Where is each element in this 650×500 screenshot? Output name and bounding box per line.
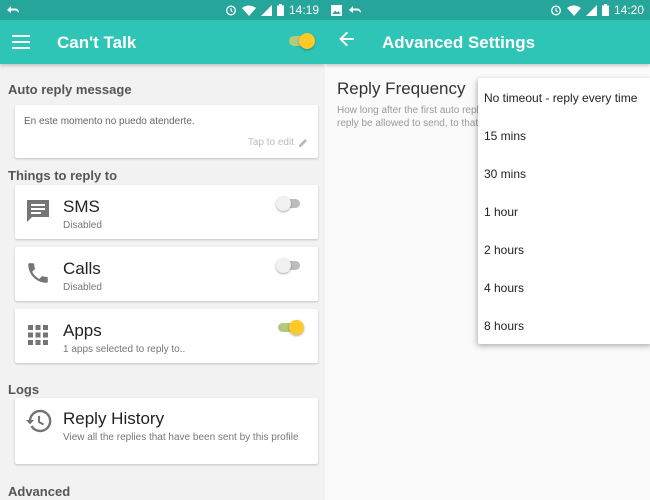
calls-status: Disabled [63, 282, 102, 293]
menu-item-4-hours[interactable]: 4 hours [478, 269, 650, 307]
apps-toggle[interactable] [276, 320, 304, 335]
signal-icon [260, 4, 272, 16]
calls-title: Calls [63, 259, 101, 278]
advanced-settings-screen: 14:20 Advanced Settings Reply Frequency … [325, 0, 650, 500]
menu-item-30-mins[interactable]: 30 mins [478, 155, 650, 193]
sms-title: SMS [63, 197, 100, 216]
battery-icon [276, 4, 284, 16]
status-time: 14:19 [288, 3, 319, 17]
status-time: 14:20 [613, 3, 644, 17]
auto-reply-message-card[interactable]: En este momento no puedo atenderte. Tap … [15, 105, 318, 158]
app-bar: Advanced Settings [325, 20, 650, 64]
calls-card[interactable]: Calls Disabled [15, 247, 318, 301]
menu-item-2-hours[interactable]: 2 hours [478, 231, 650, 269]
wifi-icon [566, 5, 581, 16]
menu-item-8-hours[interactable]: 8 hours [478, 307, 650, 345]
wifi-icon [241, 5, 256, 16]
back-arrow-icon [339, 31, 354, 47]
hamburger-menu-icon [12, 35, 30, 49]
status-bar: 14:19 [0, 0, 325, 20]
apps-title: Apps [63, 321, 102, 340]
menu-item-15-mins[interactable]: 15 mins [478, 117, 650, 155]
reply-history-title: Reply History [63, 409, 165, 428]
reply-history-card[interactable]: Reply History View all the replies that … [15, 398, 318, 464]
tap-to-edit-label: Tap to edit [247, 137, 294, 148]
alarm-icon [225, 4, 237, 16]
apps-status: 1 apps selected to reply to.. [63, 344, 186, 355]
phone-icon [25, 260, 51, 286]
app-bar: Can't Talk [0, 20, 325, 64]
image-notification-icon [331, 4, 342, 16]
reply-frequency-title: Reply Frequency [337, 79, 466, 98]
menu-button[interactable] [12, 31, 34, 53]
tap-to-edit-hint: Tap to edit [248, 137, 308, 148]
menu-item-no-timeout[interactable]: No timeout - reply every time [478, 79, 650, 117]
pencil-icon [299, 138, 307, 147]
reply-frequency-dropdown: No timeout - reply every time 15 mins 30… [478, 78, 650, 344]
menu-item-1-hour[interactable]: 1 hour [478, 193, 650, 231]
history-icon [25, 407, 53, 435]
screen-title: Advanced Settings [382, 33, 536, 52]
master-enable-toggle[interactable] [289, 33, 315, 49]
advanced-section-heading: Advanced [8, 484, 71, 499]
notification-icon [348, 5, 362, 15]
sms-card[interactable]: SMS Disabled [15, 185, 318, 239]
calls-toggle[interactable] [276, 258, 302, 273]
sms-toggle[interactable] [276, 196, 302, 211]
alarm-icon [550, 4, 562, 16]
app-title: Can't Talk [57, 33, 137, 52]
signal-icon [585, 4, 597, 16]
main-screen: 14:19 Can't Talk Auto reply message En e… [0, 0, 325, 500]
auto-reply-message-text: En este momento no puedo atenderte. [24, 116, 195, 127]
back-button[interactable] [339, 31, 361, 53]
message-icon [25, 198, 51, 224]
reply-history-description: View all the replies that have been sent… [63, 432, 299, 443]
apps-card[interactable]: Apps 1 apps selected to reply to.. [15, 309, 318, 363]
sms-status: Disabled [63, 220, 102, 231]
status-bar: 14:20 [325, 0, 650, 20]
things-section-heading: Things to reply to [8, 168, 118, 183]
logs-section-heading: Logs [8, 382, 40, 397]
apps-grid-icon [25, 322, 51, 348]
auto-reply-section-heading: Auto reply message [8, 82, 132, 97]
battery-icon [601, 4, 609, 16]
notification-icon [6, 5, 20, 15]
